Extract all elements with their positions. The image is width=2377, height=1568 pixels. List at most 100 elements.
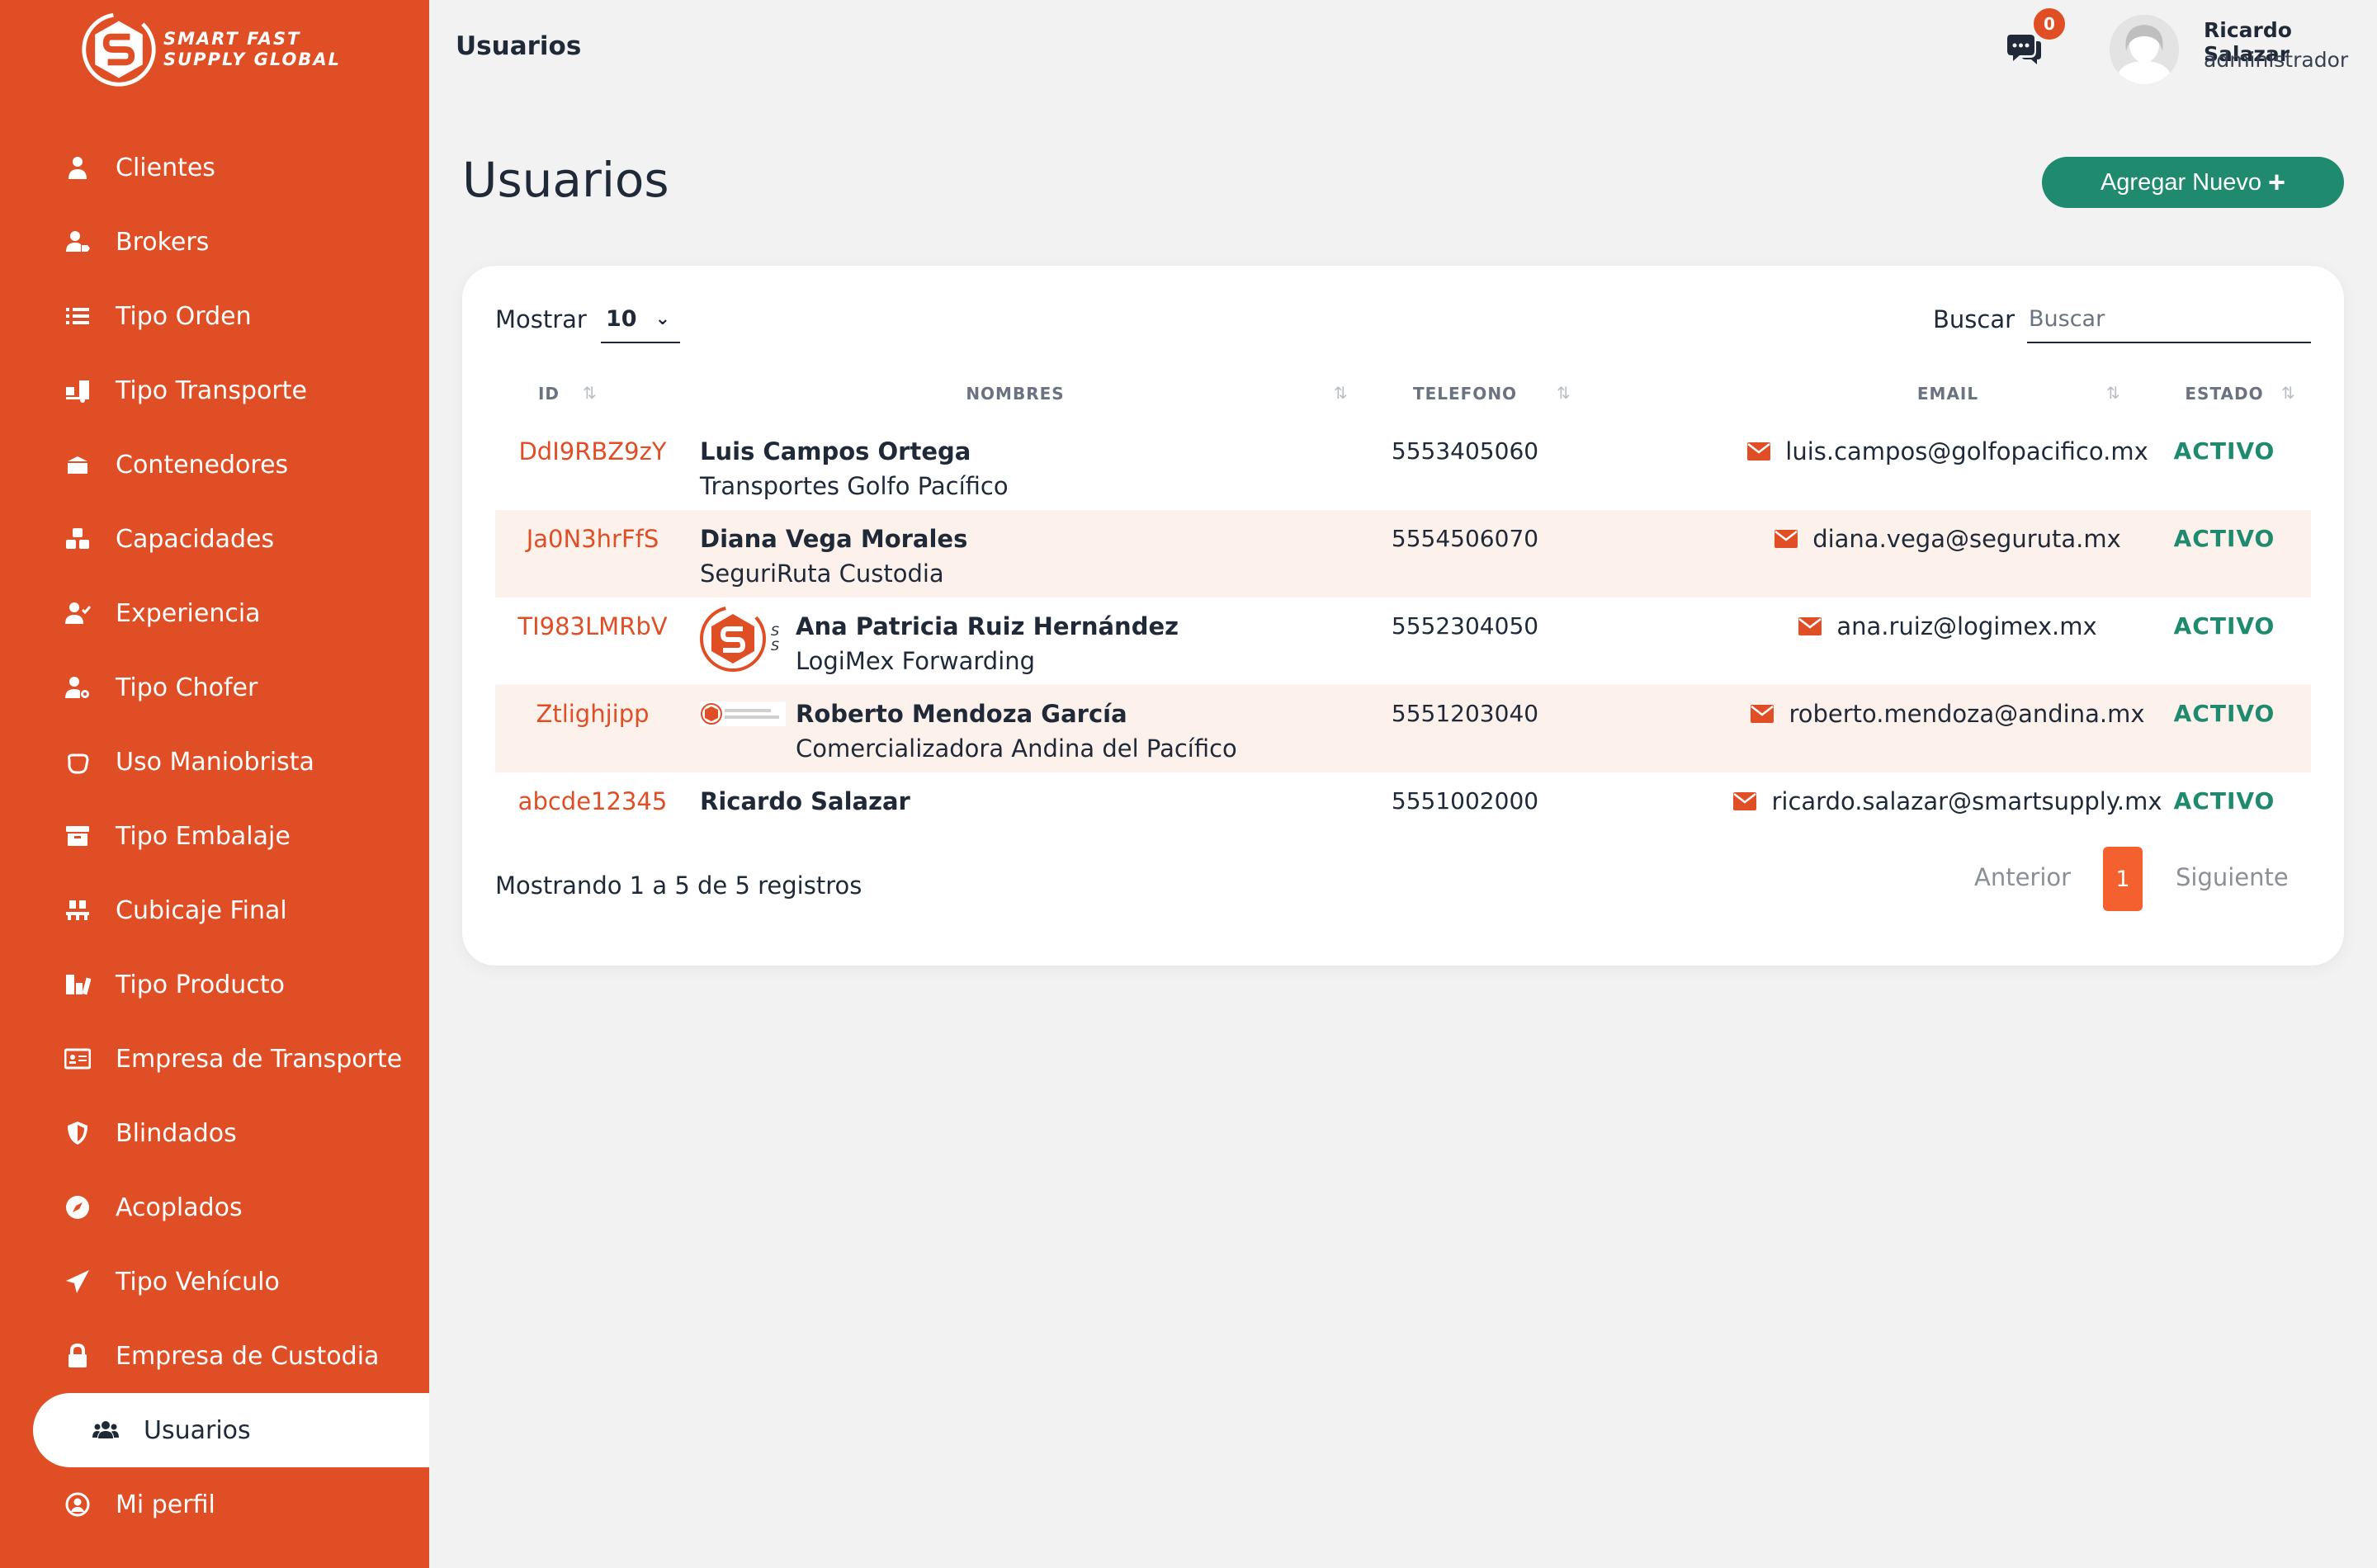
sidebar-item-label: Usuarios	[144, 1415, 251, 1445]
user-email: roberto.mendoza@andina.mx	[1789, 700, 2145, 728]
sidebar-item-mi-perfil[interactable]: Mi perfil	[0, 1467, 429, 1542]
sort-icon[interactable]: ⇅	[2106, 383, 2120, 403]
user-name-cell: Ricardo Salazar	[700, 784, 1426, 853]
column-header-estado[interactable]: ESTADO	[2171, 365, 2278, 423]
sidebar-item-acoplados[interactable]: Acoplados	[0, 1170, 429, 1244]
user-email: luis.campos@golfopacifico.mx	[1785, 437, 2148, 465]
sidebar-item-label: Empresa de Transporte	[116, 1044, 403, 1074]
show-entries-value: 10	[606, 305, 637, 332]
show-entries-label: Mostrar	[495, 305, 587, 333]
sidebar-item-label: Experiencia	[116, 598, 261, 628]
status-badge: ACTIVO	[2173, 525, 2275, 552]
user-check-icon	[63, 598, 92, 628]
user-full-name: Diana Vega Morales	[700, 525, 968, 553]
company-logo-icon: S S	[700, 606, 779, 672]
pagination-page-current[interactable]: 1	[2103, 847, 2143, 911]
pallet-icon	[63, 895, 92, 925]
user-full-name: Roberto Mendoza García	[796, 700, 1127, 728]
sort-icon[interactable]: ⇅	[583, 383, 597, 403]
sidebar-item-uso-maniobrista[interactable]: Uso Maniobrista	[0, 725, 429, 799]
plus-icon: +	[2268, 165, 2286, 199]
sidebar-item-tipo-transporte[interactable]: Tipo Transporte	[0, 353, 429, 427]
add-new-button[interactable]: Agregar Nuevo +	[2042, 157, 2344, 208]
user-company: Comercializadora Andina del Pacífico	[796, 734, 1237, 763]
envelope-icon	[1751, 705, 1774, 723]
compass-icon	[63, 1193, 92, 1222]
topbar: Usuarios 0 Ricardo Salazar administrador	[429, 0, 2377, 97]
user-id[interactable]: Ztlighjipp	[495, 700, 690, 728]
sidebar-item-tipo-chofer[interactable]: Tipo Chofer	[0, 650, 429, 725]
user-company: Transportes Golfo Pacífico	[700, 472, 1009, 500]
brand-logo[interactable]: SMART FAST SUPPLY GLOBAL	[79, 7, 360, 92]
sidebar-item-label: Tipo Vehículo	[116, 1267, 280, 1296]
user-phone: 5553405060	[1391, 437, 1539, 465]
sidebar-item-cubicaje-final[interactable]: Cubicaje Final	[0, 873, 429, 947]
archive-icon	[63, 821, 92, 851]
user-full-name: Ana Patricia Ruiz Hernández	[796, 612, 1179, 640]
chevron-down-icon: ⌄	[655, 308, 671, 329]
show-entries-select[interactable]: 10 ⌄	[601, 295, 680, 343]
user-name-cell: Diana Vega Morales SeguriRuta Custodia	[700, 522, 1426, 591]
pagination-info: Mostrando 1 a 5 de 5 registros	[495, 871, 862, 900]
sidebar-item-empresa-de-custodia[interactable]: Empresa de Custodia	[0, 1319, 429, 1393]
user-id[interactable]: Ja0N3hrFfS	[495, 525, 690, 553]
sidebar-item-contenedores[interactable]: Contenedores	[0, 427, 429, 502]
table-row[interactable]: TI983LMRbV S S Ana Patricia Ruiz Hernánd…	[495, 597, 2311, 685]
sidebar-item-tipo-vehiculo[interactable]: Tipo Vehículo	[0, 1244, 429, 1319]
sidebar-item-capacidades[interactable]: Capacidades	[0, 502, 429, 576]
sidebar-item-blindados[interactable]: Blindados	[0, 1096, 429, 1170]
sidebar-item-label: Clientes	[116, 153, 215, 182]
sidebar-item-tipo-embalaje[interactable]: Tipo Embalaje	[0, 799, 429, 873]
user-full-name: Luis Campos Ortega	[700, 437, 971, 465]
column-header-label: TELEFONO	[1412, 384, 1518, 404]
sidebar-item-tipo-orden[interactable]: Tipo Orden	[0, 279, 429, 353]
company-logo	[700, 697, 786, 731]
table-row[interactable]: Ztlighjipp Roberto Mendoza García Comerc…	[495, 685, 2311, 772]
table-header: ID ⇅ NOMBRES ⇅ TELEFONO ⇅ EMAIL ⇅ ESTADO…	[495, 365, 2311, 423]
table-row[interactable]: DdI9RBZ9zY Luis Campos Ortega Transporte…	[495, 423, 2311, 510]
sidebar-item-label: Tipo Chofer	[116, 673, 258, 702]
search-input[interactable]	[2027, 295, 2311, 343]
sidebar-item-tipo-producto[interactable]: Tipo Producto	[0, 947, 429, 1022]
sidebar-item-clientes[interactable]: Clientes	[0, 130, 429, 205]
user-id[interactable]: TI983LMRbV	[495, 612, 690, 640]
user-id[interactable]: DdI9RBZ9zY	[495, 437, 690, 465]
user-email: ricardo.salazar@smartsupply.mx	[1771, 787, 2162, 815]
column-header-telefono[interactable]: TELEFONO	[1378, 365, 1552, 423]
sidebar: SMART FAST SUPPLY GLOBAL Clientes Broker…	[0, 0, 429, 1568]
user-id[interactable]: abcde12345	[495, 787, 690, 815]
user-tag-icon	[63, 227, 92, 257]
user-email: diana.vega@seguruta.mx	[1812, 525, 2121, 553]
pagination-next[interactable]: Siguiente	[2176, 863, 2289, 891]
user-company	[700, 819, 1426, 853]
status-badge: ACTIVO	[2173, 787, 2275, 815]
brand-name-line2: SUPPLY GLOBAL	[163, 50, 341, 69]
sidebar-item-experiencia[interactable]: Experiencia	[0, 576, 429, 650]
avatar[interactable]	[2110, 15, 2179, 84]
table-body: DdI9RBZ9zY Luis Campos Ortega Transporte…	[495, 423, 2311, 860]
status-badge: ACTIVO	[2173, 700, 2275, 727]
user-phone: 5552304050	[1391, 612, 1539, 640]
paper-plane-icon	[63, 1267, 92, 1296]
pagination-previous[interactable]: Anterior	[1974, 863, 2071, 891]
sidebar-item-usuarios[interactable]: Usuarios	[33, 1393, 429, 1467]
sidebar-item-label: Tipo Embalaje	[116, 821, 291, 851]
sidebar-item-label: Capacidades	[116, 524, 275, 554]
id-card-icon	[63, 1044, 92, 1074]
user-email: ana.ruiz@logimex.mx	[1836, 612, 2097, 640]
sidebar-item-label: Acoplados	[116, 1193, 243, 1222]
column-header-nombres[interactable]: NOMBRES	[908, 365, 1122, 423]
sidebar-item-brokers[interactable]: Brokers	[0, 205, 429, 279]
table-row[interactable]: abcde12345 Ricardo Salazar 5551002000 ri…	[495, 772, 2311, 860]
sort-icon[interactable]: ⇅	[2281, 383, 2295, 403]
lock-icon	[63, 1341, 92, 1371]
logo-mark-icon	[82, 12, 156, 87]
sidebar-item-label: Blindados	[116, 1118, 237, 1148]
sidebar-item-empresa-de-transporte[interactable]: Empresa de Transporte	[0, 1022, 429, 1096]
add-new-label: Agregar Nuevo	[2100, 168, 2262, 196]
column-header-email[interactable]: EMAIL	[1799, 365, 2096, 423]
table-row[interactable]: Ja0N3hrFfS Diana Vega Morales SeguriRuta…	[495, 510, 2311, 597]
company-logo: S S	[700, 604, 786, 673]
sort-icon[interactable]: ⇅	[1557, 383, 1571, 403]
sort-icon[interactable]: ⇅	[1334, 383, 1348, 403]
